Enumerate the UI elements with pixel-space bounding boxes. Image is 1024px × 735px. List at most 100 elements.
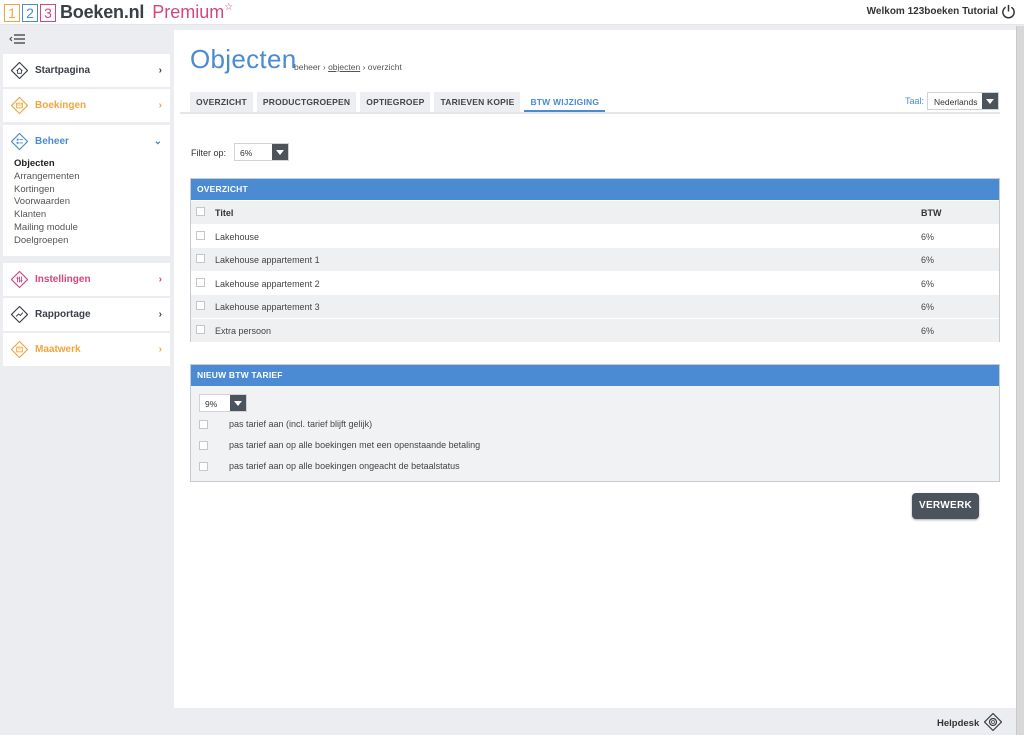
row-checkbox[interactable]: [196, 277, 205, 287]
logo[interactable]: 1 2 3 Boeken.nl Premium☆: [4, 2, 233, 23]
rate-select[interactable]: 9%: [199, 394, 247, 412]
row-title: Lakehouse appartement 1: [215, 255, 320, 266]
breadcrumb-overzicht: overzicht: [367, 62, 402, 72]
bookings-icon: [11, 97, 28, 114]
tab-bar: OVERZICHT PRODUCTGROEPEN OPTIEGROEP TARI…: [190, 92, 609, 112]
window-edge: [1016, 26, 1024, 735]
logo-digit-2: 2: [22, 3, 38, 22]
row-btw: 6%: [921, 325, 935, 336]
tab-productgroepen[interactable]: PRODUCTGROEPEN: [256, 92, 357, 112]
chevron-down-icon[interactable]: [272, 144, 288, 160]
logo-digit-1: 1: [4, 3, 20, 22]
sidebar-item-label: Maatwerk: [35, 344, 81, 355]
row-checkbox[interactable]: [196, 254, 205, 264]
helpdesk-link[interactable]: Helpdesk: [937, 718, 979, 729]
sidebar-item-startpagina[interactable]: Startpagina ›: [3, 54, 170, 87]
brand-tier: Premium☆: [152, 2, 233, 23]
chevron-down-icon: ⌄: [153, 136, 162, 147]
sidebar-item-label: Boekingen: [35, 100, 87, 111]
sidebar-item-beheer[interactable]: Beheer ⌄ Objecten Arrangementen Kortinge…: [3, 125, 170, 256]
row-title: Lakehouse appartement 3: [215, 302, 320, 313]
page-title: Objecten: [190, 44, 297, 74]
submenu-item-klanten[interactable]: Klanten: [14, 209, 170, 222]
option-label: pas tarief aan op alle boekingen ongeach…: [229, 461, 460, 471]
submenu-item-mailing-module[interactable]: Mailing module: [14, 222, 170, 235]
logo-digit-3: 3: [40, 3, 56, 22]
sidebar-submenu: Objecten Arrangementen Kortingen Voorwaa…: [3, 158, 170, 256]
filter-label: Filter op:: [191, 148, 227, 158]
chevron-right-icon: ›: [158, 274, 162, 285]
power-icon[interactable]: [1001, 4, 1016, 19]
settings-icon: [11, 271, 28, 288]
lifebuoy-icon[interactable]: [984, 713, 1002, 731]
sidebar-item-boekingen[interactable]: Boekingen ›: [3, 89, 170, 122]
process-button[interactable]: VERWERK: [912, 493, 979, 519]
option-label: pas tarief aan op alle boekingen met een…: [229, 440, 481, 450]
row-btw: 6%: [921, 231, 935, 242]
rate-value: 9%: [205, 399, 218, 409]
chevron-right-icon: ›: [158, 344, 162, 355]
brand-tier-label: Premium: [152, 2, 225, 22]
footer: Helpdesk: [0, 708, 1016, 735]
language-value: Nederlands: [934, 97, 978, 107]
manage-icon: [11, 133, 28, 150]
table-row[interactable]: Lakehouse appartement 2 6%: [191, 270, 999, 295]
row-checkbox[interactable]: [196, 324, 205, 334]
chevron-down-icon[interactable]: [230, 395, 246, 411]
chevron-right-icon: ›: [158, 100, 162, 111]
submenu-item-kortingen[interactable]: Kortingen: [14, 184, 170, 197]
table-row[interactable]: Lakehouse appartement 3 6%: [191, 294, 999, 318]
sidebar-item-label: Rapportage: [35, 309, 91, 320]
tab-btw-wijziging[interactable]: BTW WIJZIGING: [524, 92, 606, 112]
row-btw: 6%: [921, 255, 935, 266]
new-rate-panel: NIEUW BTW TARIEF 9% pas tarief aan (incl…: [190, 364, 1000, 482]
row-btw: 6%: [921, 302, 935, 313]
filter-select[interactable]: 6%: [234, 143, 289, 161]
table-row[interactable]: Lakehouse 6%: [191, 223, 999, 248]
top-bar: 1 2 3 Boeken.nl Premium☆ Welkom 123boeke…: [0, 0, 1024, 25]
row-checkbox[interactable]: [196, 301, 205, 311]
breadcrumb-separator: ›: [362, 62, 366, 72]
overview-panel: OVERZICHT Titel BTW Lakehouse 6% Lakehou…: [190, 178, 1000, 342]
submenu-item-arrangementen[interactable]: Arrangementen: [14, 171, 170, 184]
breadcrumb-beheer[interactable]: beheer: [294, 62, 320, 72]
option-label: pas tarief aan (incl. tarief blijft geli…: [229, 419, 373, 429]
chevron-down-icon[interactable]: [982, 93, 998, 109]
report-icon: [11, 306, 28, 323]
tab-tarieven-kopie[interactable]: TARIEVEN KOPIE: [434, 92, 521, 112]
breadcrumb-objecten-link[interactable]: objecten: [328, 62, 360, 72]
submenu-item-objecten[interactable]: Objecten: [14, 158, 170, 171]
tab-optiegroep[interactable]: OPTIEGROEP: [360, 92, 431, 112]
filter-value: 6%: [240, 148, 253, 158]
chevron-right-icon: ›: [158, 309, 162, 320]
select-all-checkbox[interactable]: [196, 207, 205, 216]
home-icon: [11, 62, 28, 79]
sidebar-item-label: Instellingen: [35, 274, 91, 285]
sidebar-item-instellingen[interactable]: Instellingen ›: [3, 263, 170, 296]
tab-divider: [180, 112, 1000, 114]
table-row[interactable]: Extra persoon 6%: [191, 317, 999, 342]
table-row[interactable]: Lakehouse appartement 1 6%: [191, 247, 999, 271]
overview-panel-title: OVERZICHT: [191, 179, 999, 200]
submenu-item-voorwaarden[interactable]: Voorwaarden: [14, 196, 170, 209]
menu-collapse-icon[interactable]: [8, 32, 28, 46]
chevron-right-icon: ›: [158, 65, 162, 76]
sidebar-item-label: Startpagina: [35, 65, 91, 76]
tab-overzicht[interactable]: OVERZICHT: [190, 92, 253, 112]
brand-name: Boeken.nl: [60, 2, 145, 22]
option-checkbox[interactable]: [199, 420, 208, 429]
language-select[interactable]: Nederlands: [927, 92, 999, 110]
sidebar-item-maatwerk[interactable]: Maatwerk ›: [3, 333, 170, 366]
welcome-text: Welkom 123boeken Tutorial: [866, 6, 998, 17]
row-title: Extra persoon: [215, 325, 272, 336]
sidebar-item-label: Beheer: [35, 136, 69, 147]
breadcrumb: beheer › objecten › overzicht: [294, 62, 402, 72]
submenu-item-doelgroepen[interactable]: Doelgroepen: [14, 235, 170, 248]
sidebar: Startpagina › Boekingen › Beheer ⌄ Objec…: [0, 26, 174, 708]
option-checkbox[interactable]: [199, 462, 208, 471]
column-header-titel[interactable]: Titel: [215, 208, 233, 218]
sidebar-item-rapportage[interactable]: Rapportage ›: [3, 298, 170, 331]
column-header-btw[interactable]: BTW: [921, 208, 942, 218]
option-checkbox[interactable]: [199, 441, 208, 450]
row-checkbox[interactable]: [196, 230, 205, 240]
